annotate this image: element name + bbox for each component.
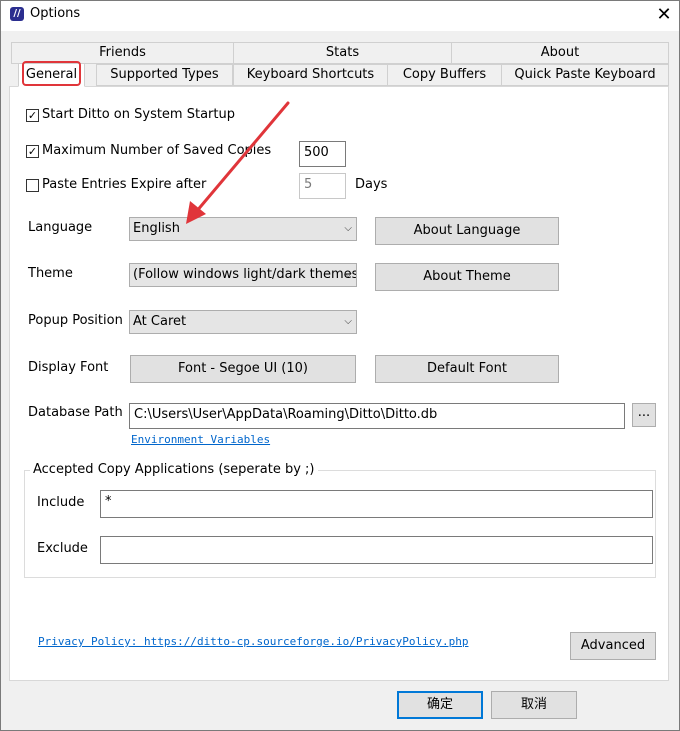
expire-label: Paste Entries Expire after (42, 177, 207, 192)
tab-stats[interactable]: Stats (233, 42, 452, 64)
theme-label: Theme (28, 266, 73, 281)
theme-value: (Follow windows light/dark themes) (133, 267, 357, 282)
chevron-down-icon: ⌵ (344, 316, 352, 327)
include-label: Include (37, 495, 85, 510)
window-title: Options (30, 6, 81, 21)
database-path-label: Database Path (28, 405, 123, 420)
advanced-button[interactable]: Advanced (570, 632, 656, 660)
general-tab-highlight (22, 61, 81, 86)
about-language-button[interactable]: About Language (375, 217, 559, 245)
popup-position-select[interactable]: At Caret ⌵ (129, 310, 357, 334)
exclude-input[interactable] (100, 536, 653, 564)
default-font-button[interactable]: Default Font (375, 355, 559, 383)
include-input[interactable]: * (100, 490, 653, 518)
max-copies-label: Maximum Number of Saved Copies (42, 143, 272, 158)
chevron-down-icon: ⌵ (344, 223, 352, 234)
tab-quick-paste-keyboard[interactable]: Quick Paste Keyboard (501, 64, 669, 86)
accepted-apps-title: Accepted Copy Applications (seperate by … (30, 462, 318, 477)
database-path-input[interactable]: C:\Users\User\AppData\Roaming\Ditto\Ditt… (129, 403, 625, 429)
max-copies-checkbox[interactable]: ✓ (26, 145, 39, 158)
language-value: English (133, 221, 180, 236)
language-select[interactable]: English ⌵ (129, 217, 357, 241)
close-icon[interactable]: ✕ (652, 3, 676, 27)
privacy-policy-link[interactable]: Privacy Policy: https://ditto-cp.sourcef… (38, 635, 468, 648)
title-bar (1, 1, 679, 31)
browse-button[interactable]: ... (632, 403, 656, 427)
environment-variables-link[interactable]: Environment Variables (131, 433, 270, 446)
popup-position-label: Popup Position (28, 313, 123, 328)
ditto-app-icon: // (10, 7, 24, 21)
startup-checkbox[interactable]: ✓ (26, 109, 39, 122)
about-theme-button[interactable]: About Theme (375, 263, 559, 291)
tab-keyboard-shortcuts[interactable]: Keyboard Shortcuts (233, 64, 388, 86)
expire-days-input[interactable]: 5 (299, 173, 346, 199)
days-label: Days (355, 177, 388, 192)
exclude-label: Exclude (37, 541, 88, 556)
tab-copy-buffers[interactable]: Copy Buffers (387, 64, 502, 86)
max-copies-input[interactable]: 500 (299, 141, 346, 167)
cancel-button[interactable]: 取消 (491, 691, 577, 719)
display-font-label: Display Font (28, 360, 109, 375)
font-select-button[interactable]: Font - Segoe UI (10) (130, 355, 356, 383)
tab-about[interactable]: About (451, 42, 669, 64)
expire-checkbox[interactable] (26, 179, 39, 192)
popup-position-value: At Caret (133, 314, 187, 329)
ok-button[interactable]: 确定 (397, 691, 483, 719)
chevron-down-icon: ⌵ (344, 269, 352, 280)
startup-label: Start Ditto on System Startup (42, 107, 235, 122)
language-label: Language (28, 220, 93, 235)
tab-supported-types[interactable]: Supported Types (96, 64, 233, 86)
theme-select[interactable]: (Follow windows light/dark themes) ⌵ (129, 263, 357, 287)
